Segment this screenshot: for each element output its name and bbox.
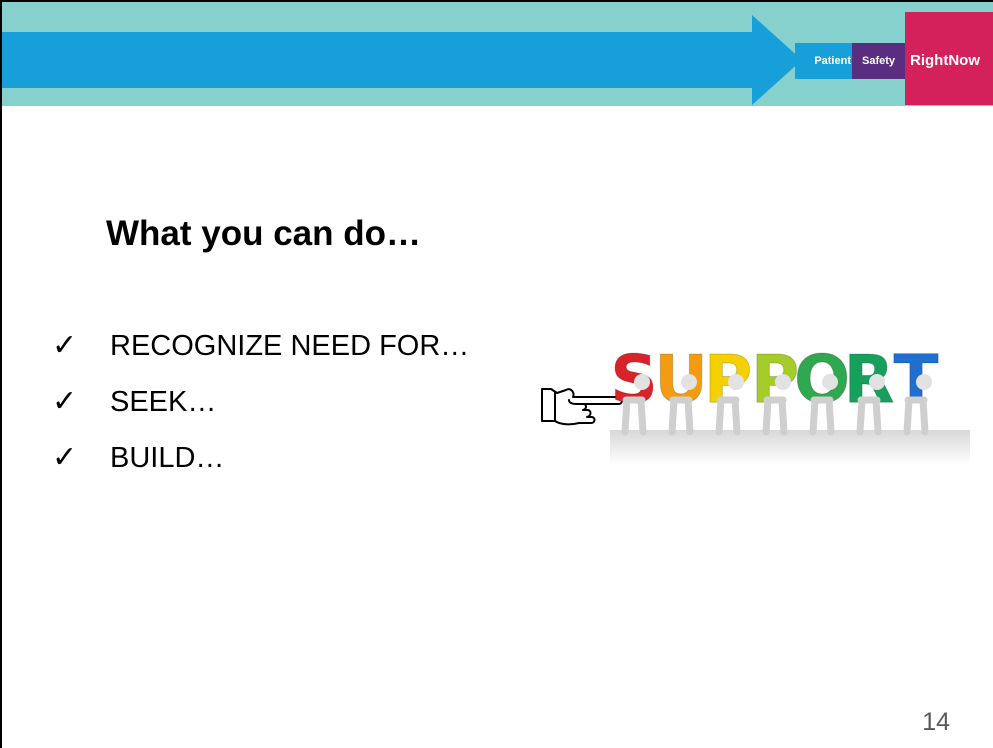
bullet-list: ✓ RECOGNIZE NEED FOR… ✓ SEEK… ✓ BUILD… xyxy=(52,327,469,495)
support-letter: S xyxy=(610,341,658,418)
check-icon: ✓ xyxy=(52,328,78,363)
bullet-text: SEEK… xyxy=(110,386,217,418)
support-letter: P xyxy=(751,341,799,418)
header-banner: Patient Safety RightNow xyxy=(2,2,993,106)
support-letter: U xyxy=(654,341,708,418)
floor-reflection xyxy=(610,430,970,465)
check-icon: ✓ xyxy=(52,384,78,419)
bullet-item: ✓ RECOGNIZE NEED FOR… xyxy=(52,327,469,383)
logo-rightnow-text: RightNow xyxy=(910,52,980,69)
support-letter: T xyxy=(893,341,938,418)
page-number: 14 xyxy=(922,708,950,736)
check-icon: ✓ xyxy=(52,440,78,475)
support-letter: R xyxy=(844,341,895,418)
logo-patient-text: Patient xyxy=(814,55,851,67)
bullet-item: ✓ BUILD… xyxy=(52,439,469,495)
support-letter: O xyxy=(794,341,850,418)
support-image: SUPPORT xyxy=(610,320,970,465)
bullet-item: ✓ SEEK… xyxy=(52,383,469,439)
bullet-text: BUILD… xyxy=(110,442,225,474)
slide: Patient Safety RightNow What you can do…… xyxy=(0,0,993,748)
slide-title: What you can do… xyxy=(106,214,421,253)
support-letter: P xyxy=(704,341,752,418)
support-letters: SUPPOR T xyxy=(610,341,939,419)
bullet-text: RECOGNIZE NEED FOR… xyxy=(110,330,470,362)
logo-safety-text: Safety xyxy=(861,55,896,67)
